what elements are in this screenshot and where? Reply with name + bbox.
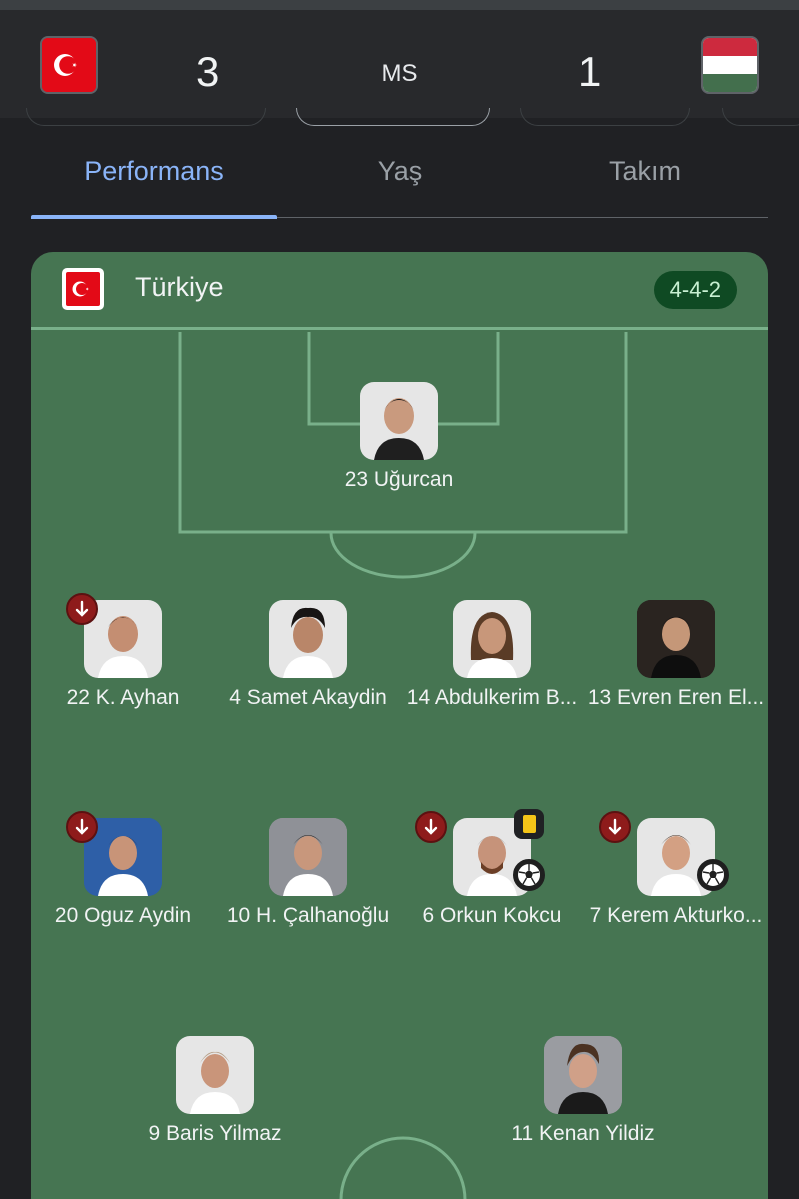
player-name: 11 Kenan Yildiz <box>511 1122 655 1145</box>
chip[interactable] <box>520 108 690 126</box>
player-card[interactable]: 22 K. Ayhan <box>31 593 218 710</box>
player-name: 13 Evren Eren El... <box>587 686 765 709</box>
player-photo <box>269 600 347 678</box>
player-name: 14 Abdulkerim B... <box>406 686 578 709</box>
substitution-out-icon <box>415 811 447 843</box>
substitution-out-icon <box>599 811 631 843</box>
scroll-chips-fragment <box>0 108 799 130</box>
player-card[interactable]: 23 Uğurcan <box>304 382 494 492</box>
lineup-pitch: Türkiye 4-4-2 23 Uğurcan 22 K. Ayhan 4 S… <box>31 252 768 1199</box>
player-card[interactable]: 10 H. Çalhanoğlu <box>213 818 403 928</box>
player-card[interactable]: 11 Kenan Yildiz <box>488 1036 678 1146</box>
player-name: 22 K. Ayhan <box>66 686 180 709</box>
player-name: 7 Kerem Akturko... <box>589 904 763 927</box>
player-photo <box>176 1036 254 1114</box>
turkey-flag-icon <box>62 268 104 310</box>
tab-performans[interactable]: Performans <box>31 156 277 187</box>
hungary-flag-icon[interactable] <box>703 38 757 92</box>
team-name: Türkiye <box>135 272 224 302</box>
match-status: MS <box>381 60 418 87</box>
lineup-tabs: Performans Yaş Takım <box>31 140 768 219</box>
player-card[interactable]: 20 Oguz Aydin <box>31 811 218 928</box>
chip[interactable] <box>296 108 490 126</box>
player-photo <box>544 1036 622 1114</box>
player-name: 20 Oguz Aydin <box>54 904 192 927</box>
match-lineup-page: 3 MS 1 Performans Yaş Takım Türkiye 4-4-… <box>0 0 799 1199</box>
substitution-out-icon <box>66 593 98 625</box>
active-tab-indicator <box>31 215 277 219</box>
player-card[interactable]: 13 Evren Eren El... <box>581 600 768 710</box>
chip[interactable] <box>722 108 799 126</box>
player-name: 4 Samet Akaydin <box>229 686 387 709</box>
player-name: 9 Baris Yilmaz <box>148 1122 282 1145</box>
player-photo <box>637 600 715 678</box>
substitution-out-icon <box>66 811 98 843</box>
player-photo <box>269 818 347 896</box>
tab-takim[interactable]: Takım <box>522 156 768 187</box>
player-name: 6 Orkun Kokcu <box>422 904 562 927</box>
goal-ball-icon <box>513 859 545 891</box>
player-photo <box>360 382 438 460</box>
score-header: 3 MS 1 <box>0 0 799 118</box>
player-name: 23 Uğurcan <box>344 468 454 491</box>
player-card[interactable]: 4 Samet Akaydin <box>213 600 403 710</box>
team-header: Türkiye 4-4-2 <box>31 252 768 330</box>
yellow-card-icon <box>514 809 544 839</box>
goal-ball-icon <box>697 859 729 891</box>
away-score: 1 <box>578 48 602 95</box>
tab-yas[interactable]: Yaş <box>277 156 523 187</box>
formation-badge: 4-4-2 <box>653 271 737 309</box>
player-card[interactable]: 9 Baris Yilmaz <box>120 1036 310 1146</box>
chip[interactable] <box>26 108 266 126</box>
player-photo <box>453 600 531 678</box>
player-card[interactable]: 7 Kerem Akturko... <box>581 811 768 928</box>
player-card[interactable]: 6 Orkun Kokcu <box>397 809 587 928</box>
player-name: 10 H. Çalhanoğlu <box>226 904 390 927</box>
player-card[interactable]: 14 Abdulkerim B... <box>397 600 587 710</box>
